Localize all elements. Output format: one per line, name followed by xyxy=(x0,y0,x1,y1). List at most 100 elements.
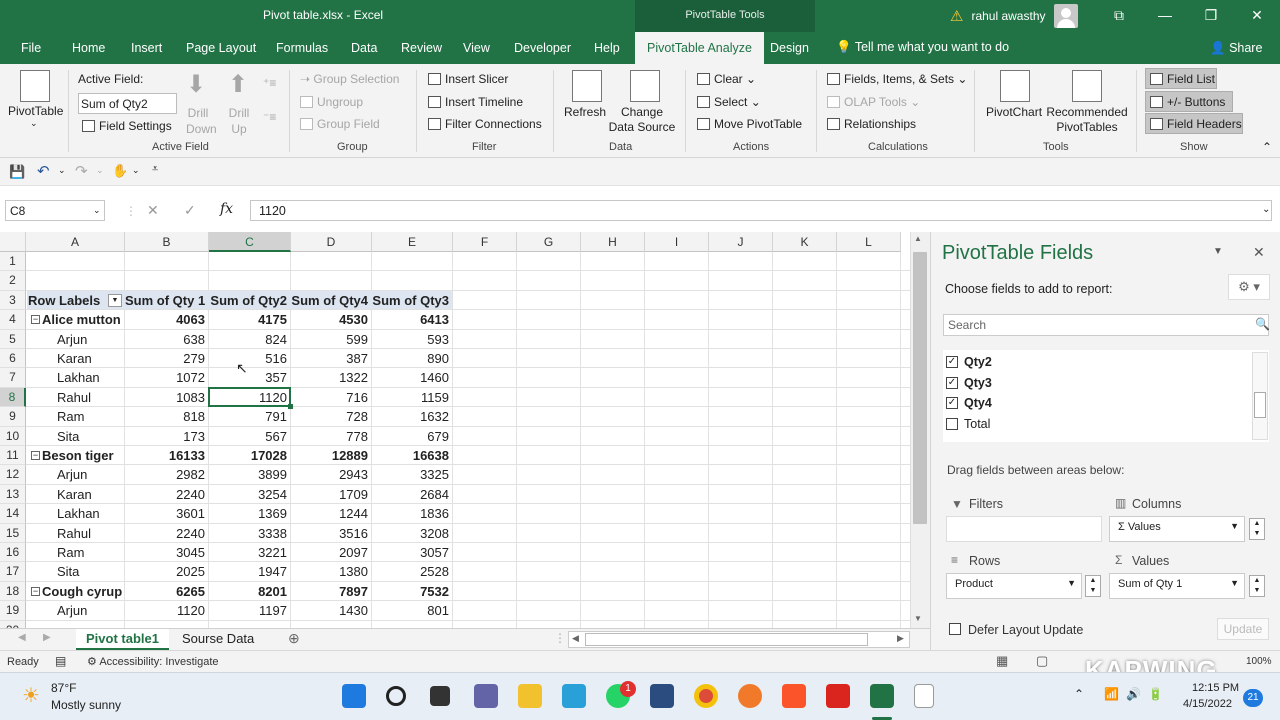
pivot-value-cell[interactable]: 1460 xyxy=(372,368,452,387)
field-label-qty2[interactable]: Qty2 xyxy=(964,355,992,369)
row-header-1[interactable]: 1 xyxy=(0,252,26,272)
file-explorer-icon[interactable] xyxy=(518,684,542,708)
pivot-value-cell[interactable]: 357 xyxy=(209,368,290,387)
change-source-icon[interactable] xyxy=(630,70,660,102)
pivot-row-label[interactable]: Rahul xyxy=(57,524,123,543)
pivot-group-label[interactable]: Beson tiger xyxy=(42,446,124,465)
scroll-right-icon[interactable]: ▶ xyxy=(897,633,904,644)
clock-time[interactable]: 12:15 PM xyxy=(1192,682,1239,694)
collapse-group-button[interactable]: − xyxy=(31,586,40,596)
sheet-tab-pivot-table1[interactable]: Pivot table1 xyxy=(76,629,169,650)
pivot-row-label[interactable]: Rahul xyxy=(57,388,123,407)
share-button[interactable]: 👤 Share xyxy=(1210,41,1262,56)
normal-view-icon[interactable]: ▦ xyxy=(996,653,1008,669)
chevron-down-icon[interactable]: ⌄ xyxy=(58,165,66,176)
column-header-b[interactable]: B xyxy=(125,232,209,252)
pivotchart-icon[interactable] xyxy=(1000,70,1030,102)
pivot-value-cell[interactable]: 728 xyxy=(291,407,371,426)
pivot-row-label[interactable]: Arjun xyxy=(57,330,123,349)
excel-icon[interactable] xyxy=(870,684,894,708)
pivot-value-cell[interactable]: 1322 xyxy=(291,368,371,387)
row-header-11[interactable]: 11 xyxy=(0,446,26,466)
avatar[interactable] xyxy=(1053,4,1078,28)
rows-product-field[interactable]: Product ▼ xyxy=(946,573,1082,599)
field-checkbox-qty3[interactable]: ✓ xyxy=(946,376,958,389)
chevron-down-icon[interactable]: ▼ xyxy=(1067,578,1076,588)
tab-help[interactable]: Help xyxy=(594,41,620,55)
battery-icon[interactable]: 🔋 xyxy=(1148,687,1163,701)
insert-function-icon[interactable]: fx xyxy=(220,201,233,217)
pivot-value-cell[interactable]: 3254 xyxy=(209,485,290,504)
tab-page-layout[interactable]: Page Layout xyxy=(186,41,256,55)
select-all-corner[interactable] xyxy=(0,232,26,252)
minimize-button[interactable]: — xyxy=(1142,0,1188,32)
row-header-17[interactable]: 17 xyxy=(0,562,26,582)
pivot-value-cell[interactable]: 593 xyxy=(372,330,452,349)
tab-home[interactable]: Home xyxy=(72,41,105,55)
pivot-value-cell[interactable]: 3601 xyxy=(125,504,208,523)
vertical-scroll-thumb[interactable] xyxy=(913,252,927,524)
weather-icon[interactable]: ☀ xyxy=(22,683,40,708)
scroll-down-icon[interactable]: ▼ xyxy=(914,614,922,623)
touch-mode-icon[interactable]: ✋ xyxy=(112,163,128,179)
collapse-group-button[interactable]: − xyxy=(31,315,40,325)
pivot-column-header[interactable]: Sum of Qty 1 xyxy=(125,291,208,310)
pivot-row-label[interactable]: Ram xyxy=(57,543,123,562)
row-header-3[interactable]: 3 xyxy=(0,290,26,311)
pivot-row-label[interactable]: Arjun xyxy=(57,601,123,620)
cancel-entry-icon[interactable]: ✕ xyxy=(147,202,159,219)
collapse-group-button[interactable]: − xyxy=(31,451,40,460)
pivot-value-cell[interactable]: 2943 xyxy=(291,465,371,484)
field-settings-button[interactable]: Field Settings xyxy=(82,119,172,133)
pivot-row-label[interactable]: Lakhan xyxy=(57,504,123,523)
select-button[interactable]: Select ⌄ xyxy=(697,95,761,109)
row-header-19[interactable]: 19 xyxy=(0,601,26,621)
pivot-group-label[interactable]: Alice mutton xyxy=(42,310,124,329)
pivot-value-cell[interactable]: 1072 xyxy=(125,368,208,387)
chevron-down-icon[interactable]: ⌄ xyxy=(1262,204,1270,215)
app-icon[interactable] xyxy=(650,684,674,708)
prev-sheet-icon[interactable]: ◀ xyxy=(18,632,26,643)
pane-options-icon[interactable]: ▼ xyxy=(1213,246,1223,257)
pivot-column-header[interactable]: Sum of Qty4 xyxy=(291,291,371,310)
row-header-15[interactable]: 15 xyxy=(0,523,26,543)
relationships-button[interactable]: Relationships xyxy=(827,117,916,131)
pivot-value-cell[interactable]: 4530 xyxy=(291,310,371,329)
chevron-down-icon[interactable]: ⌄ xyxy=(132,165,140,176)
tell-me-search[interactable]: 💡 Tell me what you want to do xyxy=(836,40,1009,55)
pivot-value-cell[interactable]: 679 xyxy=(372,427,452,446)
customize-qat-icon[interactable]: ⩡ xyxy=(152,163,158,176)
filters-drop-area[interactable] xyxy=(946,516,1102,542)
zoom-level[interactable]: 100% xyxy=(1246,656,1272,667)
pivot-value-cell[interactable]: 638 xyxy=(125,330,208,349)
pivot-value-cell[interactable]: 3057 xyxy=(372,543,452,562)
pivot-value-cell[interactable]: 791 xyxy=(209,407,290,426)
brave-icon[interactable] xyxy=(782,684,806,708)
pivot-column-header[interactable]: Sum of Qty3 xyxy=(372,291,452,310)
formula-input[interactable]: 1120 xyxy=(250,200,1272,221)
tab-view[interactable]: View xyxy=(463,41,490,55)
collapse-field-icon[interactable]: ⁻≡ xyxy=(263,110,276,124)
pivot-value-cell[interactable]: 6413 xyxy=(372,310,452,329)
save-icon[interactable]: 💾 xyxy=(9,164,25,180)
refresh-button[interactable]: Refresh xyxy=(564,105,606,119)
pivot-value-cell[interactable]: 1083 xyxy=(125,388,208,407)
confirm-entry-icon[interactable]: ✓ xyxy=(184,202,196,219)
pivot-value-cell[interactable]: 279 xyxy=(125,349,208,368)
pivot-value-cell[interactable]: 824 xyxy=(209,330,290,349)
tab-file[interactable]: File xyxy=(21,41,41,55)
pivot-value-cell[interactable]: 6265 xyxy=(125,582,208,601)
column-header-g[interactable]: G xyxy=(517,232,581,252)
horizontal-scroll-thumb[interactable] xyxy=(585,633,868,646)
fill-handle[interactable] xyxy=(288,404,293,409)
pivot-group-label[interactable]: Cough cyrup xyxy=(42,582,124,601)
pivot-value-cell[interactable]: 3045 xyxy=(125,543,208,562)
pivot-value-cell[interactable]: 173 xyxy=(125,427,208,446)
row-labels-filter-dropdown[interactable]: ▼ xyxy=(108,293,122,307)
pivot-value-cell[interactable]: 4175 xyxy=(209,310,290,329)
pivot-value-cell[interactable]: 16133 xyxy=(125,446,208,465)
clear-button[interactable]: Clear ⌄ xyxy=(697,72,756,86)
row-header-7[interactable]: 7 xyxy=(0,368,26,388)
tab-formulas[interactable]: Formulas xyxy=(276,41,328,55)
pivot-value-cell[interactable]: 1120 xyxy=(125,601,208,620)
